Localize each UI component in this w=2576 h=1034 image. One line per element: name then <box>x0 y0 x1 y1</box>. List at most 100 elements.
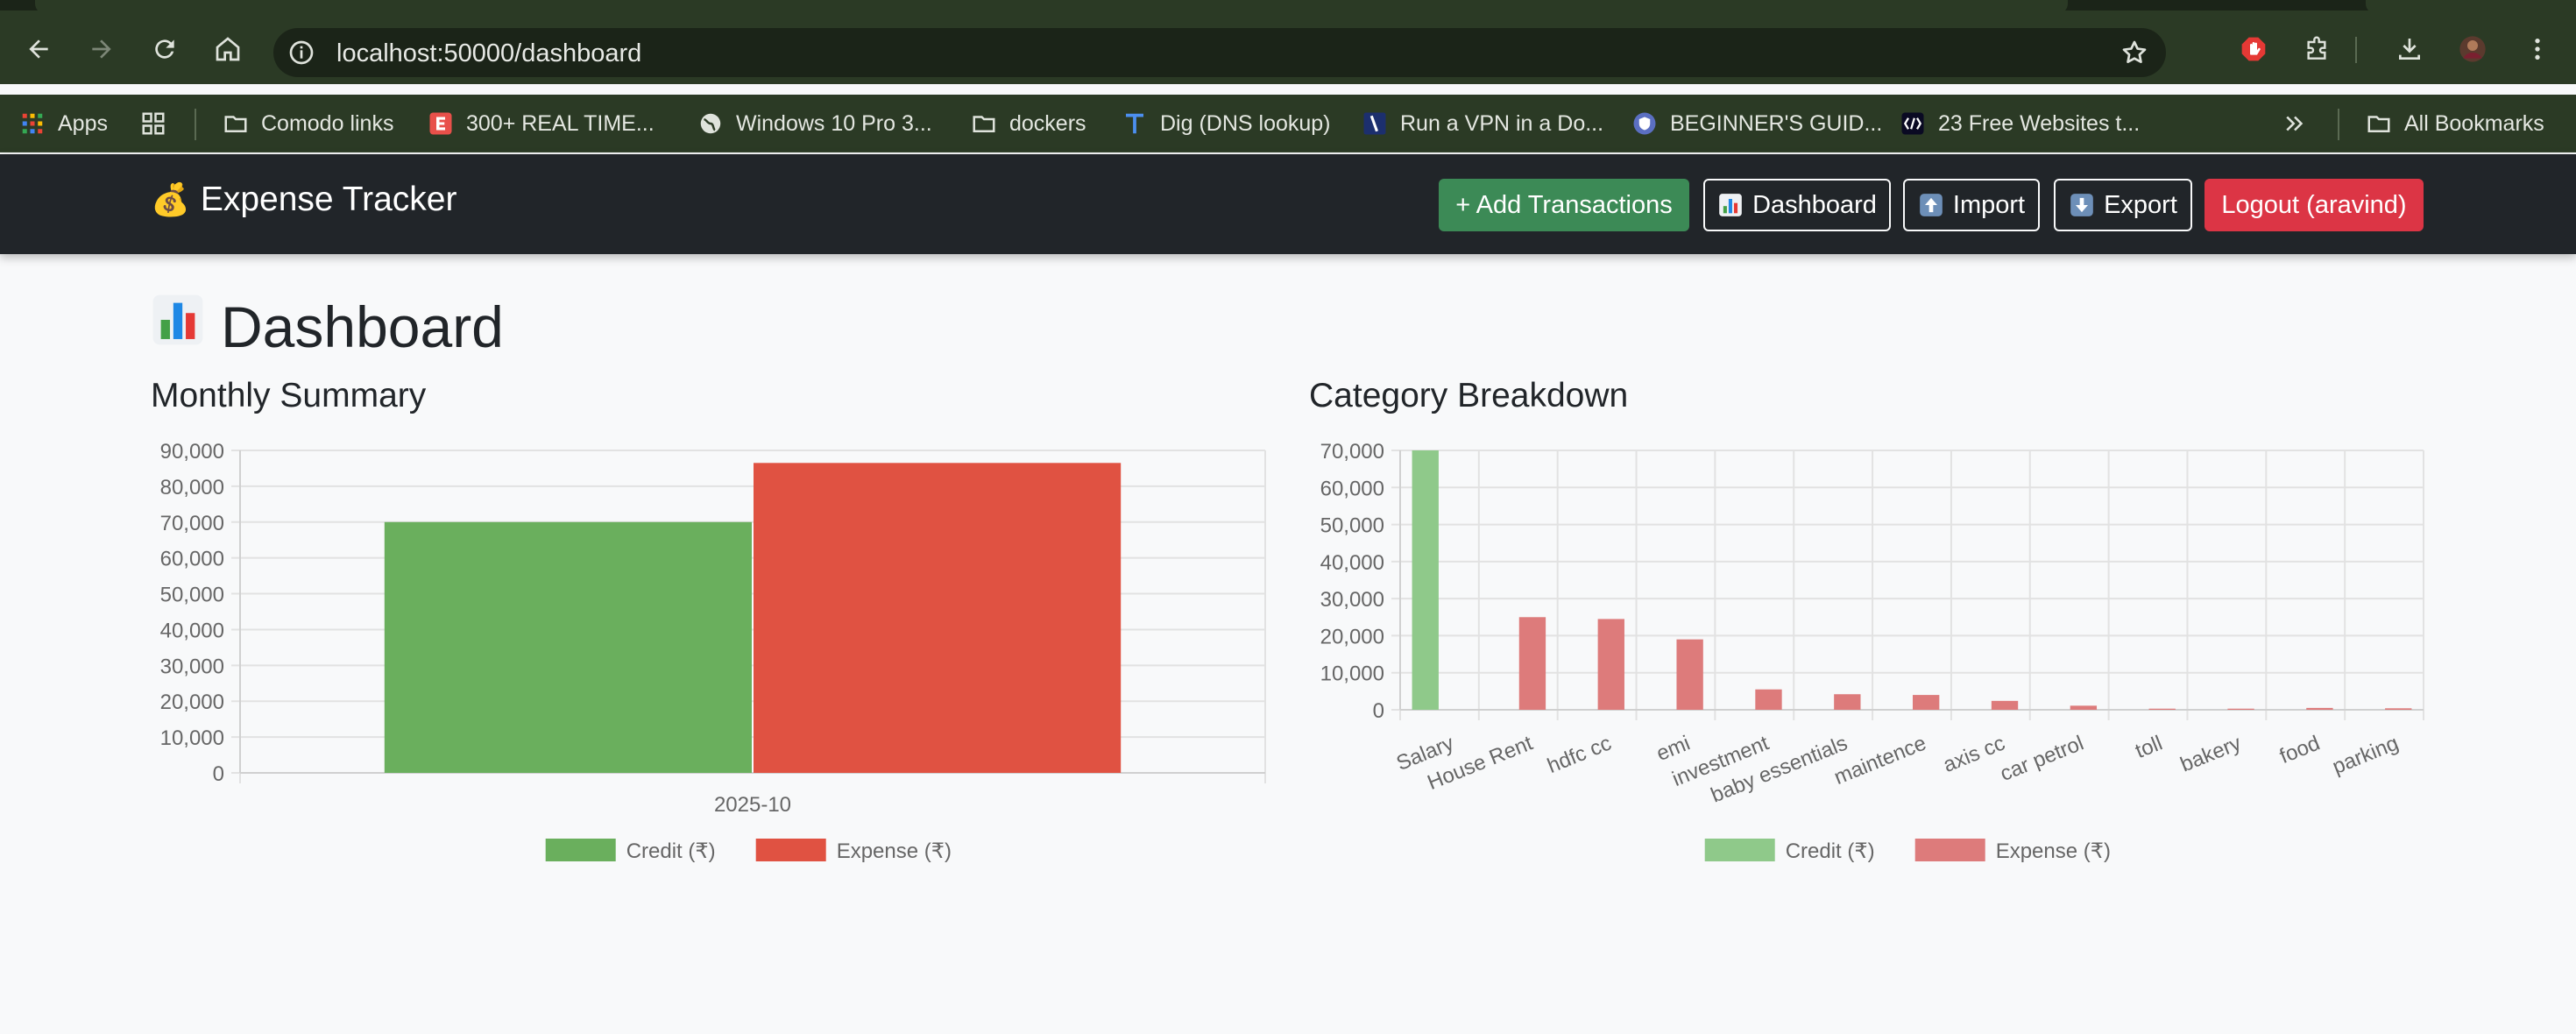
bookmarks-divider <box>2338 109 2339 140</box>
home-icon <box>216 37 240 61</box>
forward-button[interactable] <box>84 32 119 67</box>
bookmark-label: Apps <box>58 110 108 136</box>
bookmarks-overflow-button[interactable] <box>2282 107 2308 140</box>
bookmark-windows[interactable]: Windows 10 Pro 3... <box>697 107 932 140</box>
x-tick-label: emi <box>1653 732 1694 767</box>
bookmark-tab-groups[interactable] <box>140 107 166 140</box>
code-logo-icon <box>1900 110 1926 137</box>
add-transactions-button[interactable]: + Add Transactions <box>1439 179 1689 231</box>
site-info-icon[interactable] <box>287 39 315 67</box>
legend-label: Expense (₹) <box>837 839 952 863</box>
bookmark-label: dockers <box>1009 110 1086 136</box>
bookmark-realtime[interactable]: 300+ REAL TIME... <box>428 107 655 140</box>
y-tick-label: 0 <box>1373 699 1384 723</box>
bookmark-beginners-guide[interactable]: BEGINNER'S GUID... <box>1631 107 1882 140</box>
toolbar-divider <box>2355 37 2357 63</box>
dashboard-button[interactable]: Dashboard <box>1703 179 1891 231</box>
bookmark-dockers[interactable]: dockers <box>971 107 1086 140</box>
y-tick-label: 20,000 <box>160 691 224 714</box>
export-button[interactable]: Export <box>2054 179 2192 231</box>
app-navbar: 💰 Expense Tracker + Add Transactions Das… <box>0 154 2576 254</box>
x-tick-label: bakery <box>2177 732 2245 777</box>
profile-button[interactable] <box>2455 32 2490 67</box>
more-vert-icon <box>2535 39 2540 60</box>
bookmark-vpn[interactable]: Run a VPN in a Do... <box>1362 107 1603 140</box>
y-tick-label: 10,000 <box>160 726 224 750</box>
y-tick-label: 50,000 <box>1320 514 1384 538</box>
bar-chart-icon <box>1717 192 1744 218</box>
import-button[interactable]: Import <box>1903 179 2040 231</box>
bar-expense <box>1834 694 1861 710</box>
y-tick-label: 30,000 <box>160 655 224 678</box>
bar-expense <box>1518 617 1546 710</box>
bar-expense <box>1676 639 1703 710</box>
bookmark-star-icon[interactable] <box>2120 39 2148 67</box>
slash-logo-icon <box>1362 110 1388 137</box>
y-tick-label: 40,000 <box>1320 551 1384 575</box>
bar-expense <box>2385 708 2412 710</box>
upload-arrow-icon <box>1918 192 1944 218</box>
bookmark-label: BEGINNER'S GUID... <box>1670 110 1883 136</box>
brand-label: Expense Tracker <box>200 181 457 218</box>
reload-icon <box>155 39 174 59</box>
x-tick-label: hdfc cc <box>1544 732 1615 779</box>
x-tick-label: car petrol <box>1997 732 2087 787</box>
bookmark-dig[interactable]: Dig (DNS lookup) <box>1122 107 1331 140</box>
x-tick-label: toll <box>2132 732 2166 764</box>
back-button[interactable] <box>21 32 56 67</box>
logout-label: Logout (aravind) <box>2221 190 2407 219</box>
bar-credit <box>384 521 752 773</box>
bookmark-label: Windows 10 Pro 3... <box>736 110 932 136</box>
brand[interactable]: 💰 Expense Tracker <box>151 181 456 219</box>
bookmark-label: All Bookmarks <box>2404 110 2544 136</box>
bookmark-label: Comodo links <box>261 110 394 136</box>
downloads-button[interactable] <box>2392 32 2427 67</box>
x-tick-label: food <box>2276 732 2323 769</box>
bar-expense <box>2227 708 2254 710</box>
address-bar[interactable]: localhost:50000/dashboard <box>273 28 2166 77</box>
y-tick-label: 50,000 <box>160 584 224 607</box>
legend-label: Credit (₹) <box>1786 839 1875 863</box>
extension-adblock-button[interactable] <box>2236 32 2271 67</box>
arrow-right-icon <box>92 39 111 59</box>
browser-menu-button[interactable] <box>2520 32 2555 67</box>
browser-toolbar: localhost:50000/dashboard <box>0 11 2576 84</box>
globe-icon <box>697 110 724 137</box>
bar-expense <box>1755 689 1782 710</box>
legend-swatch <box>1704 839 1775 861</box>
bar-expense <box>1991 700 2019 710</box>
extensions-button[interactable] <box>2299 32 2334 67</box>
page-title-text: Dashboard <box>221 294 504 359</box>
bookmark-label: 23 Free Websites t... <box>1938 110 2141 136</box>
reload-button[interactable] <box>147 32 182 67</box>
y-tick-label: 60,000 <box>160 548 224 571</box>
bookmark-label: 300+ REAL TIME... <box>466 110 655 136</box>
y-tick-label: 20,000 <box>1320 625 1384 648</box>
folder-icon <box>223 110 249 137</box>
x-tick-label: parking <box>2329 732 2402 780</box>
y-tick-label: 60,000 <box>1320 477 1384 500</box>
y-tick-label: 90,000 <box>160 440 224 464</box>
y-tick-label: 10,000 <box>1320 662 1384 686</box>
legend-swatch <box>545 839 616 861</box>
bookmark-free-websites[interactable]: 23 Free Websites t... <box>1900 107 2140 140</box>
y-tick-label: 70,000 <box>1320 440 1384 464</box>
bookmark-apps[interactable]: Apps <box>19 107 108 140</box>
e-logo-icon <box>428 110 454 137</box>
home-button[interactable] <box>210 32 245 67</box>
legend-label: Credit (₹) <box>626 839 716 863</box>
t-logo-icon <box>1122 110 1148 137</box>
url-text[interactable]: localhost:50000/dashboard <box>336 39 641 68</box>
bookmark-comodo-links[interactable]: Comodo links <box>223 107 393 140</box>
avatar <box>2459 36 2486 62</box>
all-bookmarks-button[interactable]: All Bookmarks <box>2366 107 2544 140</box>
bar-expense <box>2306 707 2333 710</box>
export-label: Export <box>2104 190 2177 219</box>
x-tick-label: axis cc <box>1940 732 2008 778</box>
logout-button[interactable]: Logout (aravind) <box>2204 179 2424 231</box>
legend-swatch <box>1914 839 1985 861</box>
bar-credit <box>1412 450 1439 710</box>
monthly-summary-chart: 0 10,000 20,000 30,000 40,000 50,000 60,000 70,… <box>160 440 1266 863</box>
import-label: Import <box>1952 190 2026 219</box>
bookmark-label: Dig (DNS lookup) <box>1160 110 1331 136</box>
